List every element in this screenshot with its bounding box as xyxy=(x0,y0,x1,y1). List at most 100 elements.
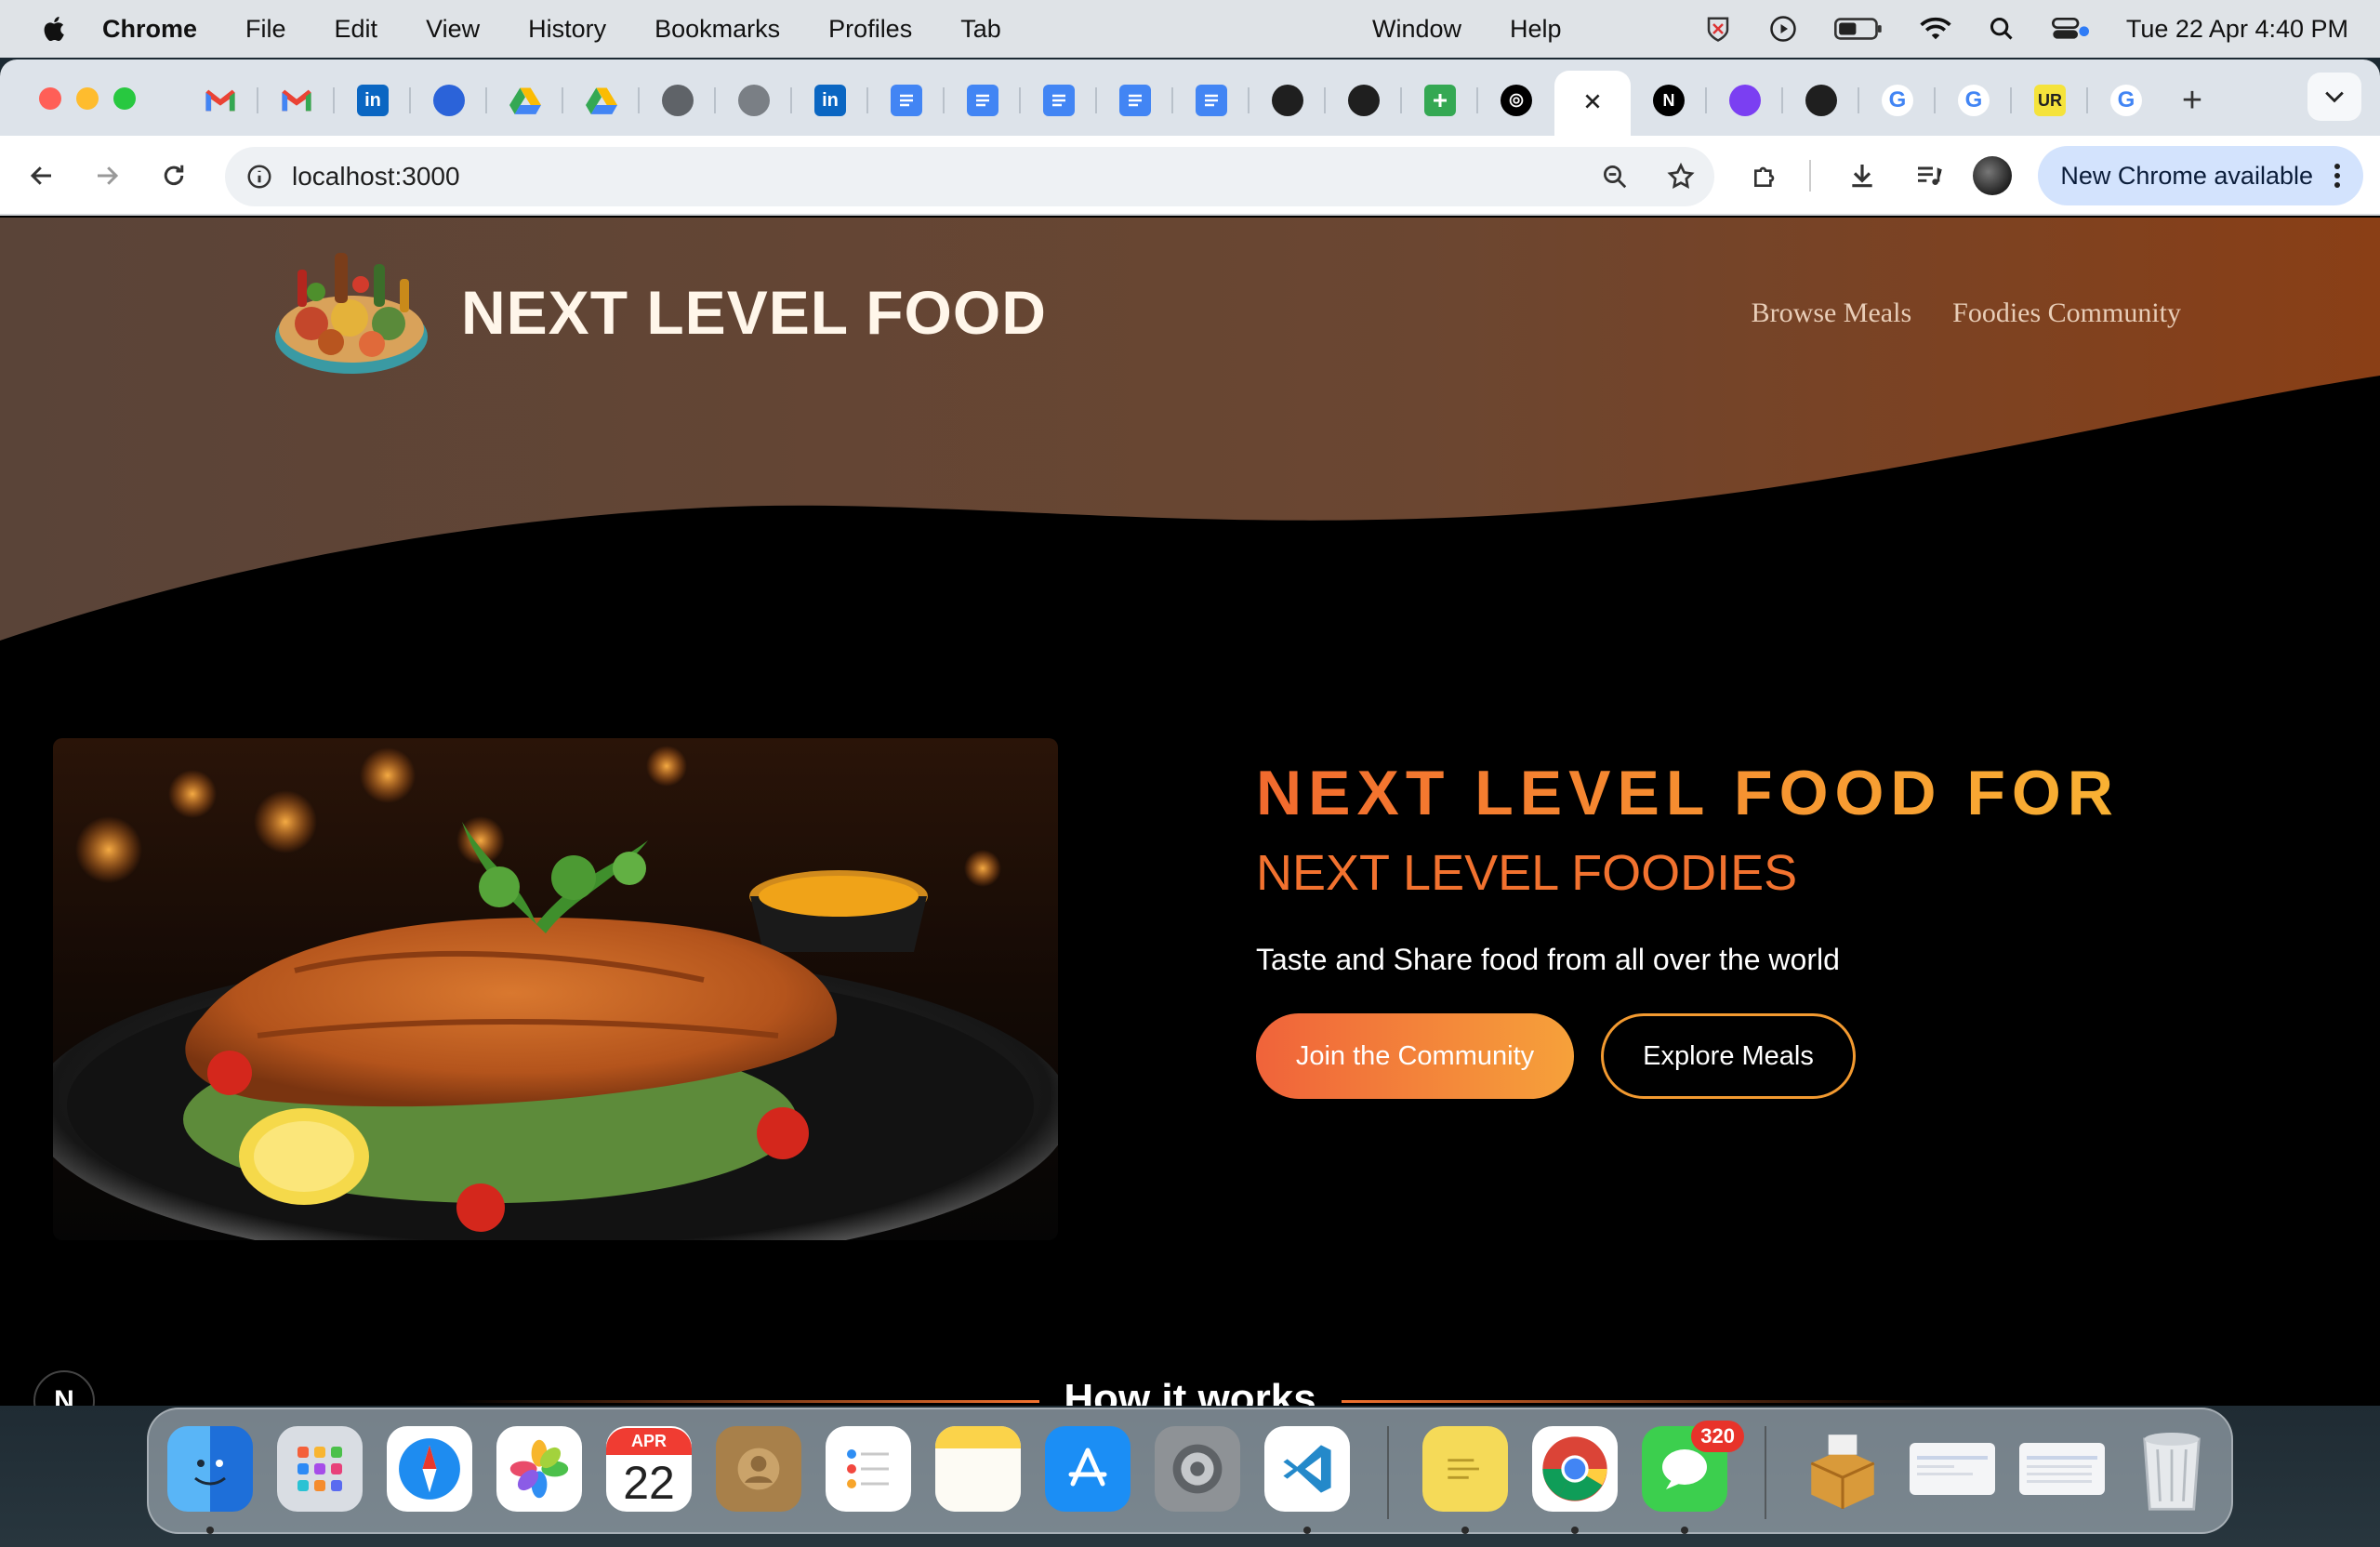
hero-food-image xyxy=(53,738,1058,1240)
safari-icon[interactable] xyxy=(387,1426,472,1512)
tab-sheets[interactable] xyxy=(1402,71,1478,130)
system-settings-icon[interactable] xyxy=(1155,1426,1240,1512)
tab-strip: in in N G G UR G + xyxy=(0,60,2380,136)
tab-drive-2[interactable] xyxy=(563,71,640,130)
tab-drive[interactable] xyxy=(487,71,563,130)
tab-gmail[interactable] xyxy=(182,71,258,130)
tab-linkedin-2[interactable]: in xyxy=(792,71,868,130)
vscode-icon[interactable] xyxy=(1264,1426,1350,1512)
tab-docs-4[interactable] xyxy=(1097,71,1173,130)
chrome-icon[interactable] xyxy=(1532,1426,1618,1512)
google-docs-icon xyxy=(1043,85,1075,116)
reload-button[interactable] xyxy=(151,152,197,199)
reminders-icon[interactable] xyxy=(826,1426,911,1512)
spotlight-search-icon[interactable] xyxy=(1989,16,2015,42)
archive-utility-icon[interactable] xyxy=(1800,1426,1885,1512)
menu-history[interactable]: History xyxy=(528,15,606,44)
site-info-icon[interactable] xyxy=(245,163,273,191)
tab-github-3[interactable] xyxy=(1783,71,1859,130)
menu-app-name[interactable]: Chrome xyxy=(102,15,197,44)
back-button[interactable] xyxy=(19,152,65,199)
menu-edit[interactable]: Edit xyxy=(335,15,378,44)
close-window-button[interactable] xyxy=(39,87,61,110)
tab-gmail-2[interactable] xyxy=(258,71,335,130)
zoom-icon[interactable] xyxy=(1601,163,1629,191)
calendar-icon[interactable]: APR 22 xyxy=(606,1426,692,1512)
tab-github[interactable] xyxy=(1250,71,1326,130)
tab-docs-1[interactable] xyxy=(868,71,945,130)
nextjs-dev-indicator[interactable]: N xyxy=(33,1370,95,1406)
google-icon: G xyxy=(2110,85,2142,116)
tab-globe-blue[interactable] xyxy=(411,71,487,130)
stickies-icon[interactable] xyxy=(1422,1426,1508,1512)
tab-github-2[interactable] xyxy=(1326,71,1402,130)
play-status-icon[interactable] xyxy=(1769,15,1797,43)
contacts-icon[interactable] xyxy=(716,1426,801,1512)
tab-docs-5[interactable] xyxy=(1173,71,1250,130)
menu-profiles[interactable]: Profiles xyxy=(828,15,912,44)
maximize-window-button[interactable] xyxy=(113,87,136,110)
chrome-update-button[interactable]: New Chrome available xyxy=(2038,146,2363,205)
screenshot-icon[interactable] xyxy=(2019,1443,2105,1495)
tab-ur[interactable]: UR xyxy=(2012,71,2088,130)
tab-openai[interactable] xyxy=(1478,71,1554,130)
menu-file[interactable]: File xyxy=(245,15,286,44)
tab-purple-app[interactable] xyxy=(1707,71,1783,130)
tab-globe-2[interactable] xyxy=(716,71,792,130)
url-text[interactable]: localhost:3000 xyxy=(292,162,460,192)
menubar-clock[interactable]: Tue 22 Apr 4:40 PM xyxy=(2126,15,2348,44)
minimize-window-button[interactable] xyxy=(76,87,99,110)
tab-google[interactable]: G xyxy=(1859,71,1936,130)
gmail-icon xyxy=(281,85,312,116)
google-drive-icon xyxy=(509,85,541,116)
tab-docs-3[interactable] xyxy=(1021,71,1097,130)
launchpad-icon[interactable] xyxy=(277,1426,363,1512)
section-divider-right xyxy=(1342,1400,1927,1403)
tab-linkedin[interactable]: in xyxy=(335,71,411,130)
close-icon[interactable] xyxy=(1582,91,1603,116)
menu-bookmarks[interactable]: Bookmarks xyxy=(654,15,780,44)
explore-meals-button[interactable]: Explore Meals xyxy=(1601,1013,1856,1099)
tab-globe[interactable] xyxy=(640,71,716,130)
screenshot-icon[interactable] xyxy=(1910,1443,1995,1495)
extensions-icon[interactable] xyxy=(1742,152,1789,199)
menu-view[interactable]: View xyxy=(426,15,480,44)
battery-icon[interactable] xyxy=(1833,17,1883,41)
app-store-icon[interactable] xyxy=(1045,1426,1130,1512)
profile-avatar[interactable] xyxy=(1973,156,2013,195)
site-title[interactable]: NEXT LEVEL FOOD xyxy=(461,277,1047,348)
tab-google-2[interactable]: G xyxy=(1936,71,2012,130)
tab-docs-2[interactable] xyxy=(945,71,1021,130)
apple-icon[interactable] xyxy=(39,13,71,45)
menu-tab[interactable]: Tab xyxy=(960,15,1001,44)
menu-window[interactable]: Window xyxy=(1372,15,1461,44)
messages-icon[interactable]: 320 xyxy=(1642,1421,1744,1512)
notes-icon[interactable] xyxy=(935,1426,1021,1512)
food-platter-logo[interactable] xyxy=(270,232,432,381)
trash-icon[interactable] xyxy=(2129,1426,2215,1512)
downloads-icon[interactable] xyxy=(1839,152,1885,199)
shield-status-icon[interactable] xyxy=(1704,15,1732,43)
tab-list: in in N G G UR G + xyxy=(182,71,2220,136)
tab-active[interactable] xyxy=(1554,71,1631,136)
media-control-icon[interactable] xyxy=(1906,152,1952,199)
wifi-icon[interactable] xyxy=(1920,16,1951,42)
nav-browse-meals[interactable]: Browse Meals xyxy=(1752,298,1911,329)
tab-nextjs[interactable]: N xyxy=(1631,71,1707,130)
join-community-button[interactable]: Join the Community xyxy=(1256,1013,1574,1099)
menu-help[interactable]: Help xyxy=(1510,15,1562,44)
google-docs-icon xyxy=(1196,85,1227,116)
bookmark-star-icon[interactable] xyxy=(1666,162,1696,192)
finder-icon[interactable] xyxy=(167,1426,253,1512)
more-vert-icon[interactable] xyxy=(2334,162,2341,190)
forward-button[interactable] xyxy=(84,152,130,199)
control-center-icon[interactable] xyxy=(2051,16,2089,42)
tab-google-3[interactable]: G xyxy=(2088,71,2164,130)
update-label: New Chrome available xyxy=(2060,161,2313,190)
page-viewport: NEXT LEVEL FOOD Browse Meals Foodies Com… xyxy=(0,218,2380,1406)
photos-icon[interactable] xyxy=(496,1426,582,1512)
tab-search-button[interactable] xyxy=(2307,73,2361,121)
new-tab-button[interactable]: + xyxy=(2164,73,2220,128)
address-bar[interactable]: localhost:3000 xyxy=(225,147,1714,206)
nav-foodies-community[interactable]: Foodies Community xyxy=(1952,298,2181,329)
